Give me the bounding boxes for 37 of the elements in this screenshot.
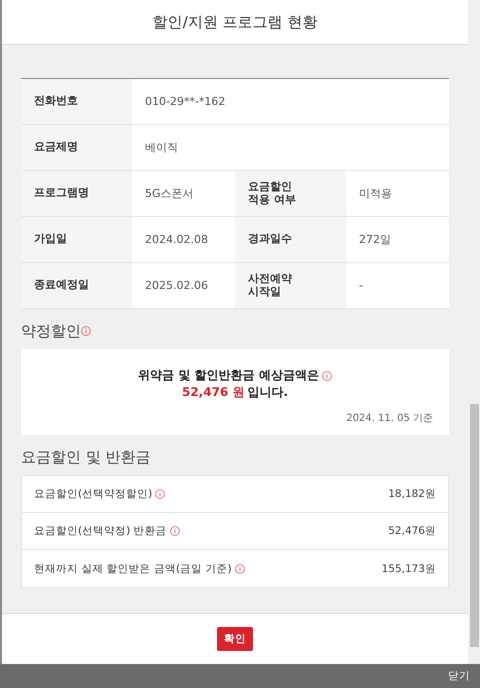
info-icon[interactable] — [155, 489, 166, 499]
table-cell: 2025.02.06 — [132, 263, 235, 308]
table-cell: 미적용 — [346, 171, 449, 216]
section-title: 약정할인 — [21, 322, 81, 340]
row-label: 현재까지 실제 할인받은 금액(금일 기준) — [34, 562, 232, 576]
row-value: 18,182원 — [388, 487, 436, 501]
info-icon[interactable] — [81, 326, 91, 336]
as-of-date: 2024. 11. 05 기준 — [346, 412, 433, 425]
row-value: 52,476원 — [388, 524, 436, 538]
dialog-title: 할인/지원 프로그램 현황 — [152, 12, 318, 32]
confirm-button[interactable]: 확인 — [217, 627, 253, 651]
table-header-cell: 경과일수 — [235, 217, 346, 262]
scrollbar[interactable] — [468, 0, 480, 664]
info-icon[interactable] — [322, 370, 332, 380]
table-cell: 2024.02.08 — [132, 217, 235, 262]
table-header-cell: 프로그램명 — [21, 171, 132, 216]
table-cell: 272일 — [346, 217, 449, 262]
table-header-cell: 종료예정일 — [21, 263, 132, 308]
table-header-cell: 가입일 — [21, 217, 132, 262]
close-link[interactable]: 닫기 — [448, 669, 470, 683]
table-cell: 베이직 — [132, 125, 449, 170]
table-header-cell: 사전예약 시작일 — [235, 263, 346, 308]
section-title: 요금할인 및 반환금 — [21, 448, 151, 466]
table-header-cell: 전화번호 — [21, 79, 132, 124]
row-label: 요금할인(선택약정할인) — [34, 487, 152, 501]
info-icon[interactable] — [234, 564, 245, 574]
notice-text: 위약금 및 할인반환금 예상금액은 — [138, 367, 319, 384]
amount-text: 52,476 원 — [182, 384, 244, 401]
table-cell: 010-29**-*162 — [132, 79, 449, 124]
table-cell: - — [346, 263, 449, 308]
row-value: 155,173원 — [382, 562, 436, 576]
table-header-cell: 요금제명 — [21, 125, 132, 170]
table-header-cell: 요금할인 적용 여부 — [235, 171, 346, 216]
table-cell: 5G스폰서 — [132, 171, 235, 216]
row-label: 요금할인(선택약정) 반환금 — [34, 524, 167, 538]
notice-text: 입니다. — [247, 384, 288, 401]
info-icon[interactable] — [170, 526, 180, 536]
